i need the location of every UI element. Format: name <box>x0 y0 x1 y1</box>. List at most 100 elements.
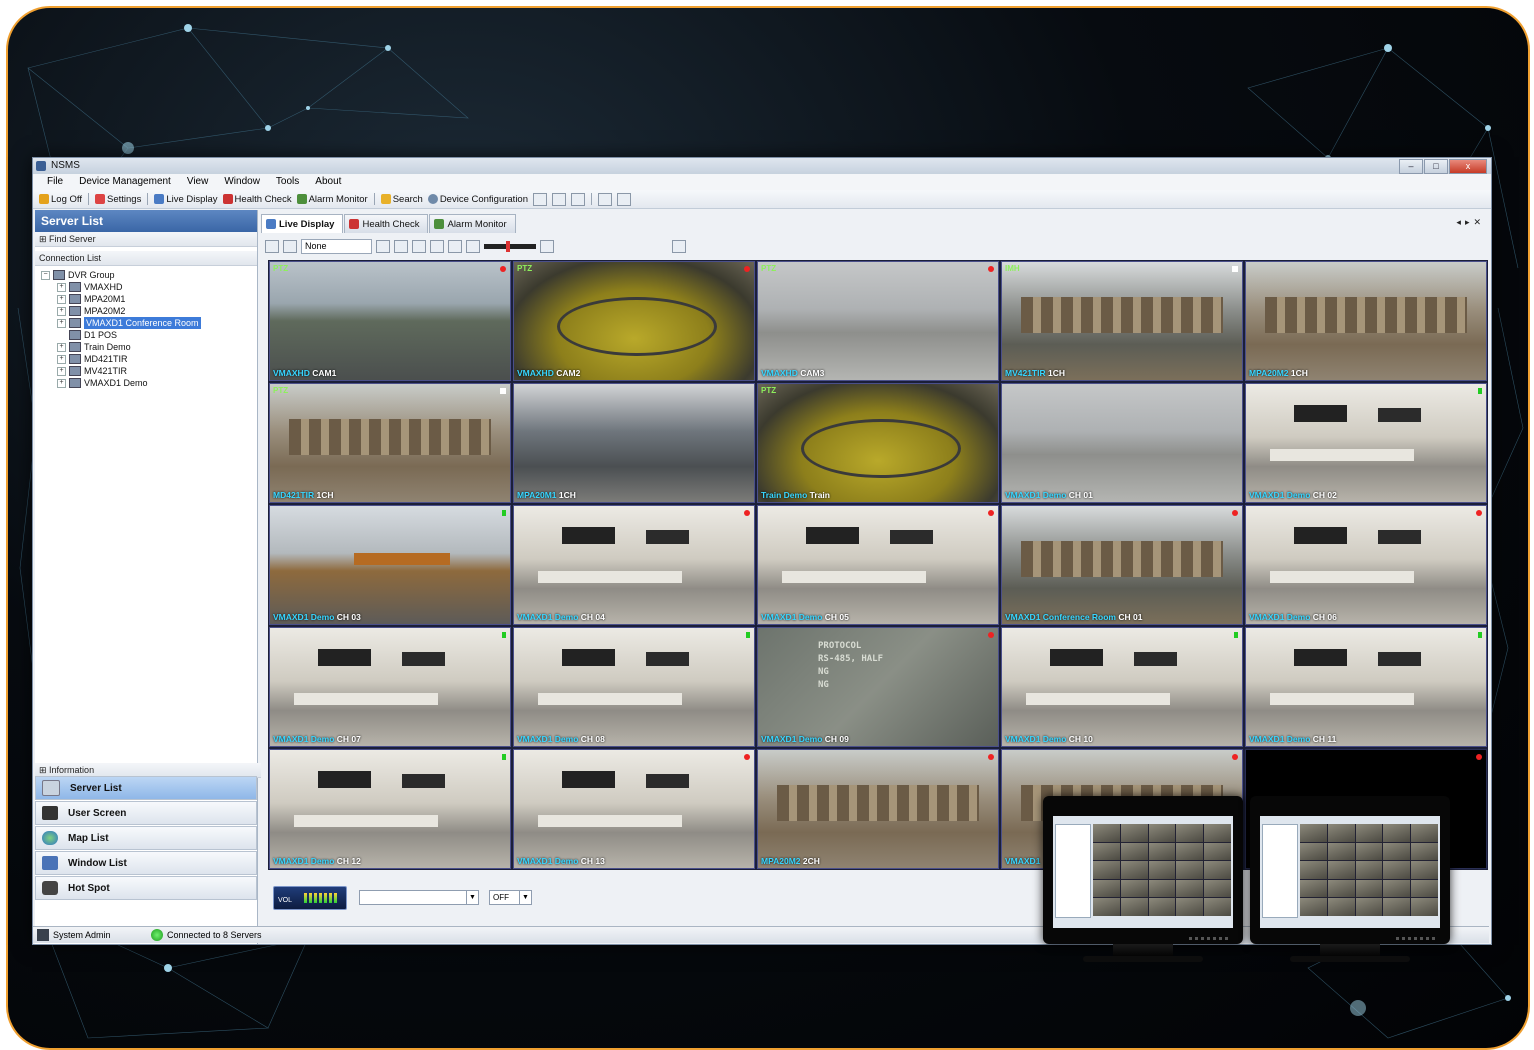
audio-channel-dropdown[interactable]: ▼ <box>359 890 479 905</box>
camera-tile[interactable]: MPA20M1 1CH <box>513 383 755 503</box>
settings-button[interactable]: Settings <box>95 194 141 205</box>
find-server-bar[interactable]: ⊞ Find Server <box>35 232 257 247</box>
record-status-icon <box>746 632 750 638</box>
camera-tile[interactable]: PROTOCOL RS-485, HALF NG NG VMAXD1 Demo CH 0… <box>757 627 999 747</box>
camera-tile[interactable]: VMAXD1 Demo CH 11 <box>1245 627 1487 747</box>
camera-tile[interactable]: VMAXD1 Demo CH 06 <box>1245 505 1487 625</box>
expand-icon[interactable]: + <box>57 294 66 304</box>
camera-tile[interactable]: VMAXD1 Demo CH 12 <box>269 749 511 869</box>
camera-tile[interactable]: PTZ VMAXHD CAM2 <box>513 261 755 381</box>
camera-tile[interactable]: VMAXD1 Demo CH 10 <box>1001 627 1243 747</box>
expand-icon[interactable]: + <box>57 318 66 328</box>
expand-icon[interactable]: + <box>57 378 66 388</box>
expand-icon[interactable]: − <box>41 270 50 280</box>
camera-tile[interactable]: IMH MV421TIR 1CH <box>1001 261 1243 381</box>
expand-icon[interactable]: + <box>57 282 66 292</box>
camera-tile[interactable]: VMAXD1 Demo CH 13 <box>513 749 755 869</box>
live-display-button[interactable]: Live Display <box>154 194 218 205</box>
minimize-button[interactable]: – <box>1399 159 1423 174</box>
split-button[interactable] <box>412 239 426 253</box>
menu-window[interactable]: Window <box>224 174 260 190</box>
camera-tile[interactable]: PTZ MD421TIR 1CH <box>269 383 511 503</box>
tree-node[interactable]: + Train Demo <box>41 341 257 353</box>
tree-node[interactable]: + VMAXD1 Demo <box>41 377 257 389</box>
tab-alarm-monitor[interactable]: Alarm Monitor <box>429 214 516 233</box>
menu-file[interactable]: File <box>47 174 63 190</box>
close-button[interactable]: x <box>1449 159 1487 174</box>
camera-caption: VMAXD1 Demo CH 07 <box>273 734 361 744</box>
tree-node-label: MPA20M2 <box>84 306 126 316</box>
search-button[interactable]: Search <box>380 194 423 205</box>
volume-meter[interactable]: VOL <box>273 886 347 910</box>
snapshot-button[interactable] <box>672 239 686 253</box>
camera-tile[interactable]: VMAXD1 Demo CH 07 <box>269 627 511 747</box>
expand-icon[interactable]: + <box>57 306 66 316</box>
tool-button[interactable] <box>598 192 612 206</box>
print-button[interactable] <box>552 192 566 206</box>
tree-node[interactable]: + MPA20M1 <box>41 293 257 305</box>
view-toolbar: None <box>265 237 1487 255</box>
record-status-icon <box>1476 510 1482 516</box>
tree-node[interactable]: D1 POS <box>41 329 257 341</box>
nav-user-screen[interactable]: User Screen <box>35 801 257 825</box>
audio-off-dropdown[interactable]: OFF ▼ <box>489 890 532 905</box>
nav-map-list[interactable]: Map List <box>35 826 257 850</box>
grid-layout-button[interactable] <box>430 239 444 253</box>
camera-tile[interactable]: PTZ VMAXHD CAM1 <box>269 261 511 381</box>
device-configuration-button[interactable]: Device Configuration <box>427 194 528 205</box>
menu-device-management[interactable]: Device Management <box>79 174 171 190</box>
expand-icon[interactable]: + <box>57 354 66 364</box>
menu-about[interactable]: About <box>315 174 341 190</box>
camera-tile[interactable]: MPA20M2 1CH <box>1245 261 1487 381</box>
expand-icon[interactable]: + <box>57 342 66 352</box>
options-dropdown-button[interactable] <box>617 192 631 206</box>
tab-live-display[interactable]: Live Display <box>261 214 344 233</box>
logoff-button[interactable]: Log Off <box>39 194 82 205</box>
camera-device-name: Train Demo <box>761 490 808 500</box>
nav-label: Server List <box>70 782 122 794</box>
expand-icon[interactable]: + <box>57 366 66 376</box>
next-button[interactable] <box>394 239 408 253</box>
health-check-button[interactable]: Health Check <box>222 194 292 205</box>
tab-health-check[interactable]: Health Check <box>344 214 429 233</box>
desk-shape <box>1026 692 1170 705</box>
camera-tile[interactable]: PTZ VMAXHD CAM3 <box>757 261 999 381</box>
fullscreen-button[interactable] <box>448 239 462 253</box>
menu-view[interactable]: View <box>187 174 209 190</box>
camera-tile[interactable]: PTZ Train Demo Train <box>757 383 999 503</box>
alarm-monitor-button[interactable]: Alarm Monitor <box>296 194 368 205</box>
zoom-out-button[interactable] <box>466 239 480 253</box>
zoom-in-button[interactable] <box>540 239 554 253</box>
camera-tile[interactable]: VMAXD1 Demo CH 01 <box>1001 383 1243 503</box>
tree-node[interactable]: + MPA20M2 <box>41 305 257 317</box>
camera-tile[interactable]: VMAXD1 Conference Room CH 01 <box>1001 505 1243 625</box>
volume-slider[interactable] <box>484 240 536 252</box>
tree-node[interactable]: + VMAXHD <box>41 281 257 293</box>
maximize-button[interactable]: □ <box>1424 159 1448 174</box>
layout-select-button[interactable] <box>265 239 279 253</box>
previous-button[interactable] <box>376 239 390 253</box>
camera-tile[interactable]: VMAXD1 Demo CH 03 <box>269 505 511 625</box>
nav-window-list[interactable]: Window List <box>35 851 257 875</box>
camera-tile[interactable]: MPA20M2 2CH <box>757 749 999 869</box>
camera-tile[interactable]: VMAXD1 Demo CH 02 <box>1245 383 1487 503</box>
slider-thumb[interactable] <box>506 240 510 252</box>
tree-node[interactable]: − DVR Group <box>41 269 257 281</box>
tree-node[interactable]: + VMAXD1 Conference Room <box>41 317 257 329</box>
nav-server-list[interactable]: Server List <box>35 776 257 800</box>
dvr-icon <box>69 354 81 364</box>
screen-shape <box>1294 527 1347 544</box>
camera-tile[interactable]: VMAXD1 Demo CH 08 <box>513 627 755 747</box>
nav-hot-spot[interactable]: Hot Spot <box>35 876 257 900</box>
tab-controls[interactable]: ◂▸✕ <box>1456 217 1485 228</box>
tree-node[interactable]: + MV421TIR <box>41 365 257 377</box>
export-button[interactable] <box>533 192 547 206</box>
layout-button[interactable] <box>571 192 585 206</box>
camera-tile[interactable]: VMAXD1 Demo CH 04 <box>513 505 755 625</box>
tree-node[interactable]: + MD421TIR <box>41 353 257 365</box>
ptz-badge: PTZ <box>761 264 777 273</box>
camera-tile[interactable]: VMAXD1 Demo CH 05 <box>757 505 999 625</box>
sequence-combo[interactable]: None <box>301 238 372 254</box>
left-pane: Server List ⊞ Find Server Connection Lis… <box>35 210 261 944</box>
menu-tools[interactable]: Tools <box>276 174 299 190</box>
